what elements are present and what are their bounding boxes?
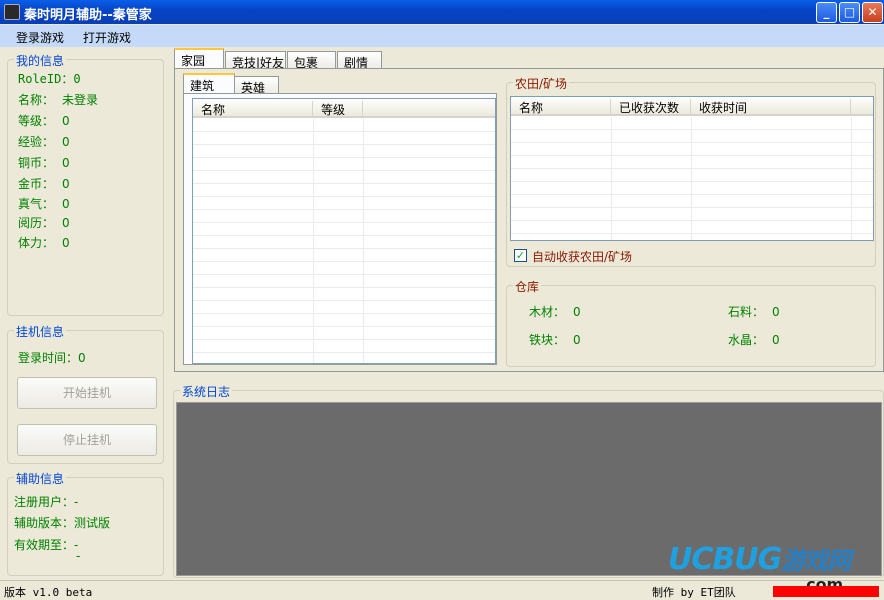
level-field: 等级： 0 bbox=[18, 114, 70, 128]
farm-list[interactable]: 名称 已收获次数 收获时间 bbox=[510, 96, 874, 241]
building-list-header: 名称 等级 bbox=[193, 99, 495, 118]
login-time-field: 登录时间：0 bbox=[18, 351, 86, 365]
building-pane: 名称 等级 bbox=[183, 93, 497, 365]
app-icon bbox=[4, 4, 20, 20]
subtab-hero[interactable]: 英雄 bbox=[234, 76, 279, 95]
col-harvest-count[interactable]: 已收获次数 bbox=[611, 99, 691, 115]
home-tab-pane: 建筑 英雄 名称 等级 农田/矿场 名称 已收获次数 收获时间 ✓ 自动收获农田… bbox=[174, 68, 884, 372]
farm-list-rows bbox=[511, 117, 873, 240]
farm-list-header: 名称 已收获次数 收获时间 bbox=[511, 97, 873, 116]
menu-bar: 登录游戏 打开游戏 bbox=[0, 25, 884, 47]
assist-info-group: 辅助信息 注册用户：- 辅助版本：测试版 有效期至：- - bbox=[7, 470, 164, 576]
start-hangup-button[interactable]: 开始挂机 bbox=[17, 377, 157, 409]
name-field: 名称： 未登录 bbox=[18, 93, 99, 107]
my-info-group: 我的信息 RoleID：0 名称： 未登录 等级： 0 经验： 0 铜币： 0 金币： 0… bbox=[7, 52, 164, 316]
farm-group: 农田/矿场 名称 已收获次数 收获时间 ✓ 自动收获农田/矿场 bbox=[506, 75, 876, 267]
my-info-title: 我的信息 bbox=[14, 52, 67, 69]
warehouse-group: 仓库 木材： 0 石料： 0 铁块： 0 水晶： 0 bbox=[506, 278, 876, 367]
status-maker: 制作 by ET团队 bbox=[652, 586, 736, 599]
tab-bag[interactable]: 包裹 bbox=[287, 51, 336, 70]
col-name[interactable]: 名称 bbox=[193, 101, 313, 117]
experience-field: 阅历： 0 bbox=[18, 216, 70, 230]
stamina-field: 体力： 0 bbox=[18, 236, 70, 250]
hangup-group: 挂机信息 登录时间：0 开始挂机 停止挂机 bbox=[7, 323, 164, 464]
close-button[interactable]: ✕ bbox=[862, 2, 883, 23]
status-version: 版本 v1.0 beta bbox=[4, 586, 93, 599]
col-harvest-time[interactable]: 收获时间 bbox=[691, 99, 851, 115]
col-farm-name[interactable]: 名称 bbox=[511, 99, 611, 115]
col-divider bbox=[691, 117, 692, 240]
syslog-title: 系统日志 bbox=[180, 383, 233, 400]
version-field: 辅助版本：测试版 bbox=[14, 516, 111, 530]
watermark-logo: UCBUG游戏网 bbox=[668, 542, 851, 577]
tab-home[interactable]: 家园 bbox=[174, 48, 224, 68]
subtab-building[interactable]: 建筑 bbox=[183, 73, 235, 93]
qi-field: 真气： 0 bbox=[18, 197, 70, 211]
maximize-button[interactable]: □ bbox=[839, 2, 860, 23]
building-list-rows bbox=[193, 119, 495, 363]
col-divider bbox=[313, 119, 314, 363]
col-divider bbox=[851, 117, 852, 240]
window-title: 秦时明月辅助--秦管家 bbox=[24, 8, 152, 23]
col-level[interactable]: 等级 bbox=[313, 101, 363, 117]
col-divider bbox=[611, 117, 612, 240]
menu-login-game[interactable]: 登录游戏 bbox=[16, 29, 64, 46]
exp-field: 经验： 0 bbox=[18, 135, 70, 149]
assist-info-title: 辅助信息 bbox=[14, 470, 67, 487]
gold-field: 金币： 0 bbox=[18, 177, 70, 191]
menu-open-game[interactable]: 打开游戏 bbox=[83, 29, 131, 46]
tab-arena-friends[interactable]: 竞技|好友 bbox=[225, 51, 286, 70]
wood-field: 木材： 0 bbox=[529, 305, 581, 319]
auto-harvest-label[interactable]: 自动收获农田/矿场 bbox=[532, 248, 632, 265]
expiry-extra: - bbox=[76, 549, 81, 563]
title-bar: 秦时明月辅助--秦管家 _ □ ✕ bbox=[0, 0, 884, 24]
farm-title: 农田/矿场 bbox=[513, 75, 570, 92]
redacted-bar bbox=[773, 586, 879, 597]
col-divider bbox=[363, 119, 364, 363]
expiry-field: 有效期至：- bbox=[14, 538, 79, 552]
minimize-button[interactable]: _ bbox=[816, 2, 837, 23]
hangup-title: 挂机信息 bbox=[14, 323, 67, 340]
stop-hangup-button[interactable]: 停止挂机 bbox=[17, 424, 157, 456]
copper-field: 铜币： 0 bbox=[18, 156, 70, 170]
tab-story[interactable]: 剧情 bbox=[337, 51, 382, 70]
status-bar: 版本 v1.0 beta 制作 by ET团队 bbox=[0, 580, 884, 599]
iron-field: 铁块： 0 bbox=[529, 333, 581, 347]
auto-harvest-checkbox[interactable]: ✓ bbox=[514, 249, 527, 262]
crystal-field: 水晶： 0 bbox=[728, 333, 780, 347]
building-list[interactable]: 名称 等级 bbox=[192, 98, 496, 364]
registered-user-field: 注册用户：- bbox=[14, 495, 79, 509]
stone-field: 石料： 0 bbox=[728, 305, 780, 319]
roleid-field: RoleID：0 bbox=[18, 72, 81, 86]
warehouse-title: 仓库 bbox=[513, 278, 542, 295]
